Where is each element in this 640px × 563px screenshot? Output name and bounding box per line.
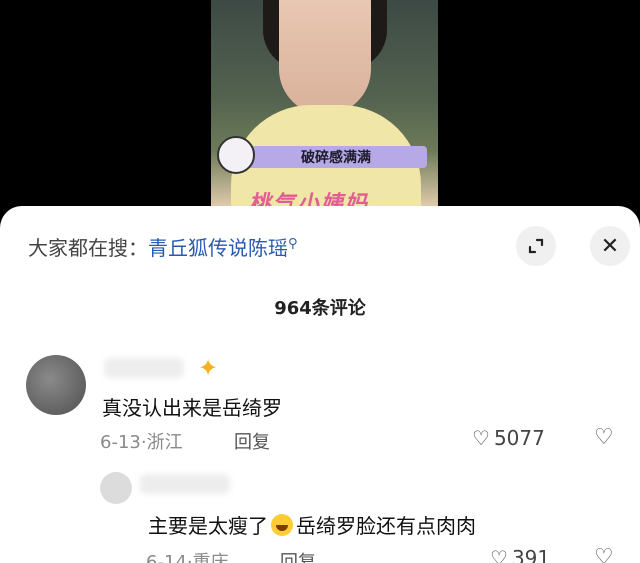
expand-button[interactable]: [516, 226, 556, 266]
comment-text: 真没认出来是岳绮罗: [102, 396, 282, 420]
reply-button[interactable]: 回复: [280, 548, 316, 563]
laughing-emoji-icon: [271, 514, 293, 536]
username-blurred[interactable]: [140, 474, 230, 494]
trending-search-query[interactable]: 青丘狐传说陈瑶: [148, 236, 288, 260]
close-icon: ✕: [600, 233, 620, 259]
avatar[interactable]: [100, 472, 132, 504]
trending-search-prefix: 大家都在搜：: [28, 236, 148, 260]
video-person-face: [279, 0, 371, 115]
caption-avatar-icon: [217, 136, 255, 174]
like-count: 391: [511, 546, 551, 563]
comment-text: 主要是太瘦了 岳绮罗脸还有点肉肉: [148, 510, 476, 539]
broken-heart-icon: ♡: [594, 545, 614, 563]
heart-icon: ♡: [472, 426, 490, 450]
dislike-button[interactable]: ♡: [594, 545, 614, 563]
broken-heart-icon: ♡: [594, 425, 614, 450]
comment-count: 964条评论: [274, 298, 366, 319]
like-button[interactable]: ♡ 5077: [472, 426, 545, 450]
video-player[interactable]: 破碎感满满 桃气小姨妈: [211, 0, 438, 215]
expand-icon: [528, 238, 544, 254]
dislike-button[interactable]: ♡: [594, 425, 614, 450]
heart-icon: ♡: [490, 546, 508, 563]
trending-search[interactable]: 大家都在搜：青丘狐传说陈瑶⚲: [28, 232, 298, 261]
video-caption: 破碎感满满: [301, 150, 371, 166]
close-button[interactable]: ✕: [590, 226, 630, 266]
reply-button[interactable]: 回复: [234, 428, 270, 454]
search-icon: ⚲: [288, 236, 298, 252]
comment-meta: 6-14·重庆: [146, 552, 229, 563]
comment-sheet: 大家都在搜：青丘狐传说陈瑶⚲ ✕ 964条评论 ✦ 真没认出来是岳绮罗 6-13…: [0, 206, 640, 563]
avatar[interactable]: [26, 355, 86, 415]
comment-text-part: 主要是太瘦了: [148, 514, 268, 538]
username-blurred[interactable]: [104, 358, 184, 378]
star-badge-icon: ✦: [198, 354, 219, 382]
like-count: 5077: [493, 426, 545, 450]
comment-text-part: 岳绮罗脸还有点肉肉: [296, 514, 476, 538]
comment-meta: 6-13·浙江: [100, 432, 183, 453]
like-button[interactable]: ♡ 391: [490, 546, 550, 563]
